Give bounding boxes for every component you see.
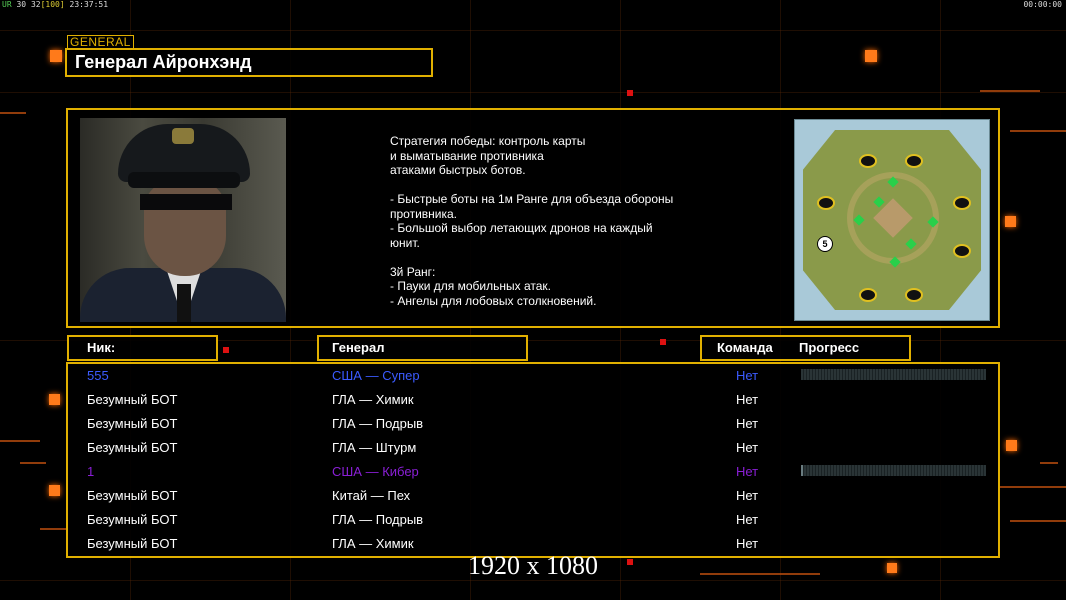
player-team: Нет — [736, 464, 759, 479]
player-team: Нет — [736, 416, 759, 431]
hud-stats: UR 30 32[100] 23:37:51 — [2, 0, 108, 9]
player-row[interactable]: Безумный БОТ Китай — Пех Нет — [68, 484, 998, 508]
player-nick: 1 — [87, 464, 95, 479]
player-row[interactable]: Безумный БОТ ГЛА — Химик Нет — [68, 388, 998, 412]
player-row[interactable]: Безумный БОТ ГЛА — Подрыв Нет — [68, 508, 998, 532]
hud-fps: 30 — [16, 0, 27, 9]
general-portrait — [80, 118, 286, 322]
hud-clock: 23:37:51 — [69, 0, 109, 9]
header-nick: Ник: — [67, 335, 218, 361]
player-general: ГЛА — Подрыв — [332, 512, 424, 527]
general-title: Генерал Айронхэнд — [65, 48, 433, 77]
player-row[interactable]: Безумный БОТ ГЛА — Штурм Нет — [68, 436, 998, 460]
player-row[interactable]: 1 США — Кибер Нет — [68, 460, 998, 484]
player-team: Нет — [736, 392, 759, 407]
player-general: ГЛА — Химик — [332, 392, 414, 407]
resolution-label: 1920 x 1080 — [468, 551, 598, 580]
player-general: ГЛА — Подрыв — [332, 416, 424, 431]
player-team: Нет — [736, 368, 759, 383]
header-progress: Прогресс — [799, 340, 860, 355]
map-start-label-5: 5 — [817, 236, 833, 252]
header-general: Генерал — [317, 335, 528, 361]
player-nick: Безумный БОТ — [87, 416, 178, 431]
player-progress-bar — [801, 369, 986, 380]
hud-bracket: [100] — [40, 0, 65, 9]
header-team-progress: Команда Прогресс — [700, 335, 911, 361]
player-table: 555 США — Супер Нет Безумный БОТ ГЛА — Химик… — [66, 362, 1000, 558]
hud-ur-label: UR — [2, 0, 12, 9]
player-nick: Безумный БОТ — [87, 440, 178, 455]
player-nick: Безумный БОТ — [87, 488, 178, 503]
player-general: США — Кибер — [332, 464, 419, 479]
general-description: Стратегия победы: контроль карты и вымат… — [390, 134, 674, 308]
player-team: Нет — [736, 440, 759, 455]
player-row[interactable]: Безумный БОТ ГЛА — Подрыв Нет — [68, 412, 998, 436]
player-general: Китай — Пех — [332, 488, 411, 503]
player-general: США — Супер — [332, 368, 420, 383]
general-info-panel: Стратегия победы: контроль карты и вымат… — [66, 108, 1000, 328]
player-nick: 555 — [87, 368, 109, 383]
player-general: ГЛА — Штурм — [332, 440, 417, 455]
player-progress-bar — [801, 465, 986, 476]
player-nick: Безумный БОТ — [87, 512, 178, 527]
hud-timer: 00:00:00 — [1023, 0, 1062, 9]
header-team: Команда — [717, 340, 773, 355]
player-team: Нет — [736, 512, 759, 527]
hud-fps-cap: 32 — [30, 0, 41, 9]
map-preview: 5 — [794, 119, 990, 321]
player-team: Нет — [736, 488, 759, 503]
player-row[interactable]: 555 США — Супер Нет — [68, 364, 998, 388]
player-nick: Безумный БОТ — [87, 392, 178, 407]
player-progress-fill — [801, 465, 803, 476]
